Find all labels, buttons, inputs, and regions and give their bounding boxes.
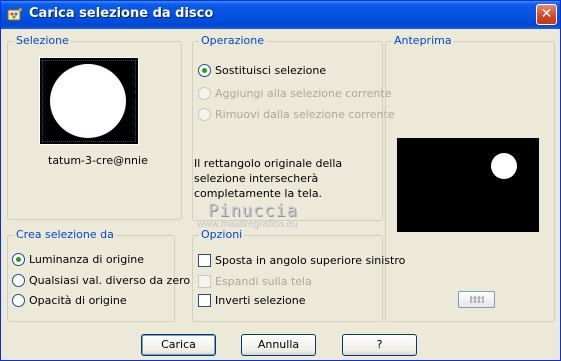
- checkbox[interactable]: [198, 254, 211, 267]
- dropdown-arrow-icon[interactable]: [132, 94, 138, 98]
- help-button[interactable]: ?: [342, 334, 417, 356]
- selection-file-name: tatum-3-cre@nnie: [48, 154, 148, 167]
- paint-app-icon: [7, 7, 23, 21]
- operazione-info-text: Il rettangolo originale della selezione …: [194, 157, 343, 200]
- selection-shape-preview: [50, 64, 126, 138]
- radio-button[interactable]: [12, 274, 25, 287]
- preview-zoom-button[interactable]: [458, 291, 495, 308]
- operazione-legend: Operazione: [199, 34, 266, 47]
- radio-button[interactable]: [12, 253, 25, 266]
- radio-button[interactable]: [12, 294, 25, 307]
- selezione-legend: Selezione: [14, 34, 71, 47]
- close-icon: ✕: [540, 6, 553, 22]
- crea-legend: Crea selezione da: [14, 228, 116, 241]
- carica-button[interactable]: Carica: [141, 334, 216, 356]
- window-title: Carica selezione da disco: [29, 6, 214, 21]
- selection-thumbnail-dropdown[interactable]: [39, 57, 139, 145]
- checkbox[interactable]: [198, 294, 211, 307]
- radio-button: [198, 108, 211, 121]
- anteprima-legend: Anteprima: [392, 34, 454, 47]
- preview-canvas: [397, 138, 539, 232]
- title-bar[interactable]: Carica selezione da disco ✕: [1, 1, 560, 29]
- radio-button: [198, 87, 211, 100]
- radio-button[interactable]: [198, 64, 211, 77]
- annulla-button[interactable]: Annulla: [241, 334, 316, 356]
- close-button[interactable]: ✕: [536, 4, 557, 25]
- checkbox: [198, 275, 211, 288]
- watermark-url: www.maidiregrafica.eu: [197, 219, 298, 230]
- preview-selection-shape: [491, 153, 517, 179]
- checker-icon: [470, 296, 484, 303]
- dialog-window: Carica selezione da disco ✕ Selezione ta…: [0, 0, 561, 361]
- watermark-name: Pinuccia: [208, 201, 298, 221]
- thumbnail-focus-box: [42, 60, 136, 142]
